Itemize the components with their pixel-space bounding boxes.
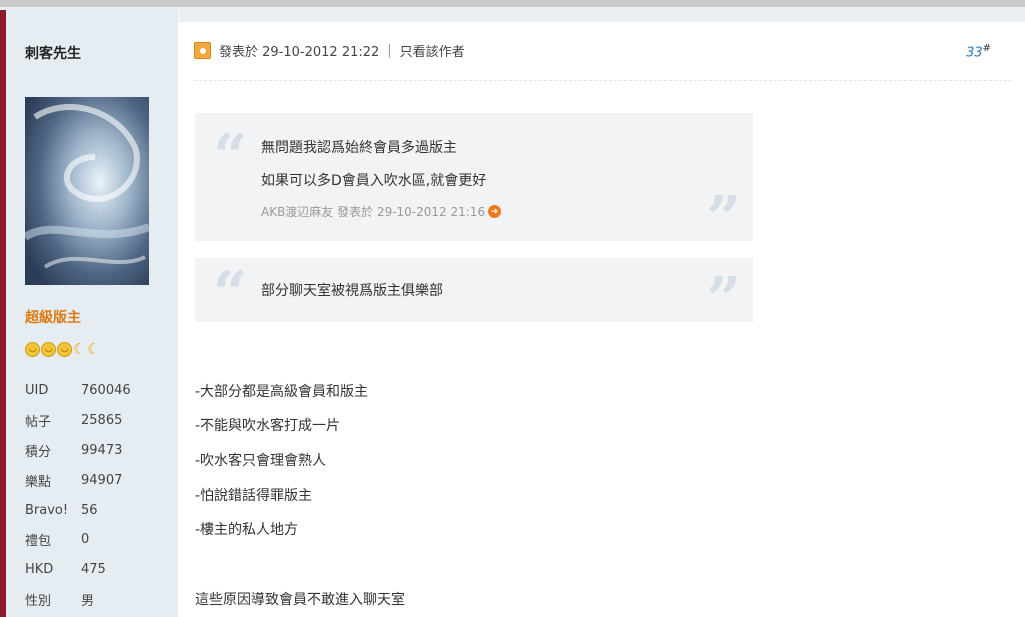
- stat-value: 99473: [81, 442, 123, 458]
- post-body-line: 這些原因導致會員不敢進入聊天室: [195, 592, 405, 608]
- floor-number-link[interactable]: 33#: [966, 43, 991, 60]
- open-quote-icon: “: [213, 122, 248, 192]
- smiley-icon: ◡: [25, 342, 40, 357]
- stat-value: 0: [81, 532, 90, 548]
- stat-row: UID 760046: [25, 376, 165, 406]
- post-content-area: 發表於 29-10-2012 21:22 | 只看該作者 33# “ ” 無問題…: [179, 10, 1025, 617]
- moon-icon: ☾: [87, 340, 101, 358]
- author-name[interactable]: 刺客先生: [25, 43, 81, 63]
- stat-label: 樂點: [25, 474, 52, 490]
- top-bar: [0, 0, 1025, 7]
- sidebar-accent-border: [0, 10, 6, 617]
- stat-label: HKD: [25, 562, 54, 578]
- post-body-line: -樓主的私人地方: [195, 522, 299, 538]
- rank-icons: ◡ ◡ ◡ ☾ ☾: [25, 342, 100, 357]
- header-divider: [194, 80, 1012, 81]
- quote-block: “ ” 無問題我認爲始終會員多過版主 如果可以多D會員入吹水區,就會更好 AKB…: [195, 113, 753, 249]
- stat-label: 禮包: [25, 534, 52, 550]
- quote-attribution: AKB渡辺麻友 發表於 29-10-2012 21:16: [261, 205, 486, 219]
- post-timestamp: 發表於 29-10-2012 21:22: [219, 45, 380, 60]
- floor-number[interactable]: 33: [966, 45, 983, 60]
- avatar[interactable]: [25, 97, 149, 285]
- post-header: 發表於 29-10-2012 21:22 | 只看該作者: [194, 41, 465, 60]
- user-role: 超級版主: [25, 310, 81, 326]
- stat-row: 性別 男: [25, 585, 165, 615]
- stat-row: 帖子 25865: [25, 406, 165, 436]
- goto-post-icon[interactable]: ➜: [488, 205, 502, 218]
- post-body-line: -怕說錯話得罪版主: [195, 488, 313, 504]
- quote-block: “ ” 部分聊天室被視爲版主俱樂部: [195, 258, 753, 330]
- stat-label: 積分: [25, 444, 52, 460]
- stat-row: 樂點 94907: [25, 465, 165, 495]
- stat-label: UID: [25, 383, 49, 399]
- stat-row: HKD 475: [25, 555, 165, 585]
- author-sidebar: 刺客先生 超級版主 ◡ ◡ ◡ ☾ ☾ UID 760046 帖子 25865: [0, 10, 178, 617]
- post-body-line: -大部分都是高級會員和版主: [195, 384, 369, 400]
- stat-label: Bravo!: [25, 502, 69, 518]
- close-quote-icon: ”: [706, 265, 741, 335]
- stat-row: 禮包 0: [25, 525, 165, 555]
- quote-line: 部分聊天室被視爲版主俱樂部: [261, 283, 443, 299]
- floor-suffix: #: [982, 43, 991, 54]
- stat-row: 積分 99473: [25, 436, 165, 466]
- stat-value: 56: [81, 502, 98, 518]
- quote-line: 如果可以多D會員入吹水區,就會更好: [261, 173, 487, 189]
- stat-value: 475: [81, 562, 106, 578]
- post-top-strip: [179, 10, 1025, 22]
- stat-value: 94907: [81, 472, 123, 488]
- stat-value[interactable]: 25865: [81, 413, 122, 428]
- stat-value: 男: [81, 593, 95, 609]
- author-stats: UID 760046 帖子 25865 積分 99473 樂點 94907 Bravo!…: [25, 376, 165, 614]
- only-author-link[interactable]: 只看該作者: [400, 41, 465, 60]
- post-body-line: -吹水客只會理會熟人: [195, 453, 327, 469]
- user-online-icon: [194, 42, 211, 59]
- separator: |: [387, 43, 392, 58]
- stat-label: 性別: [25, 593, 52, 609]
- open-quote-icon: “: [213, 259, 248, 329]
- smiley-icon: ◡: [57, 342, 72, 357]
- stat-label: 帖子: [25, 415, 52, 431]
- smiley-icon: ◡: [41, 342, 56, 357]
- post-body-line: -不能與吹水客打成一片: [195, 418, 341, 434]
- stat-value: 760046: [81, 383, 131, 399]
- stat-row: Bravo! 56: [25, 495, 165, 525]
- quote-meta: AKB渡辺麻友 發表於 29-10-2012 21:16 ➜: [261, 203, 502, 220]
- quote-line: 無問題我認爲始終會員多過版主: [261, 140, 457, 156]
- close-quote-icon: ”: [706, 184, 741, 254]
- moon-icon: ☾: [73, 340, 87, 358]
